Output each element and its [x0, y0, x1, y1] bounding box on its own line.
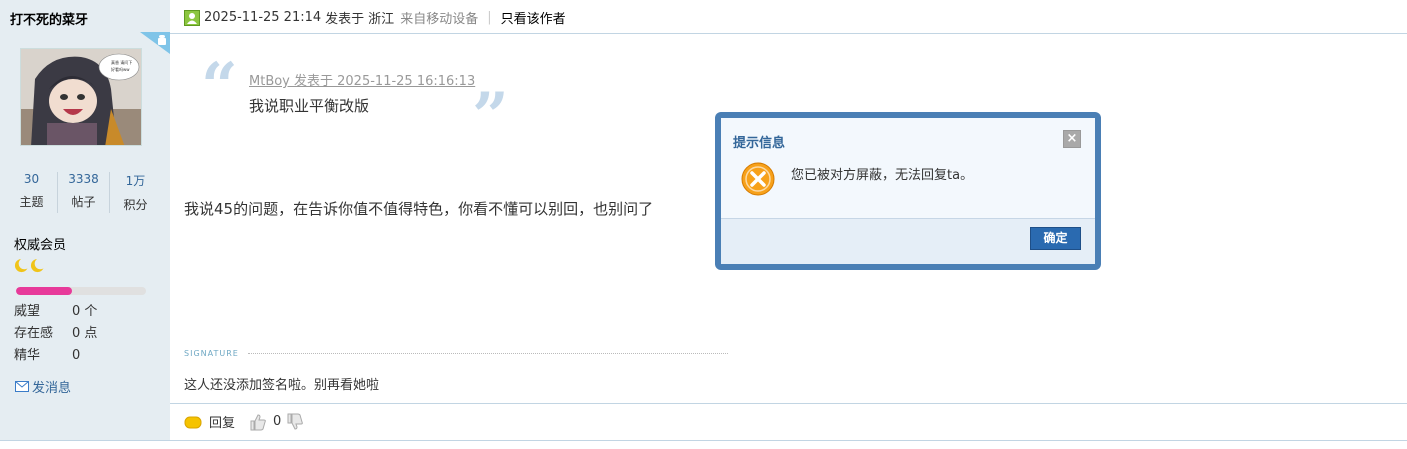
dialog-body: 您已被对方屏蔽，无法回复ta。 — [721, 154, 1095, 218]
user-attributes: 威望 0 个 存在感 0 点 精华 0 — [14, 303, 97, 369]
username[interactable]: 打不死的菜牙 — [10, 9, 88, 28]
mail-icon — [15, 381, 29, 392]
experience-fill — [16, 287, 72, 295]
svg-text:真香 请问下: 真香 请问下 — [111, 59, 132, 65]
quote-open-icon: “ — [201, 49, 238, 124]
quote-close-icon: ” — [472, 79, 509, 154]
confirm-button[interactable]: 确定 — [1030, 227, 1081, 250]
header-separator: | — [487, 10, 492, 25]
attr-digest: 精华 0 — [14, 348, 81, 363]
post-actions: 回复 0 — [184, 412, 304, 431]
signature-label: SIGNATURE — [184, 349, 239, 358]
svg-text:好看吗ww: 好看吗ww — [111, 66, 130, 72]
dialog-title: 提示信息 — [733, 136, 786, 151]
dialog-footer: 确定 — [721, 218, 1095, 264]
divider — [0, 440, 1407, 441]
stat-threads[interactable]: 30 主题 — [6, 172, 58, 213]
rank-stars — [14, 258, 45, 273]
user-rank: 权威会员 — [14, 238, 67, 253]
reply-bubble-icon[interactable] — [184, 413, 202, 431]
posted-at-label: 发表于 — [325, 12, 365, 27]
quote-author-link[interactable]: MtBoy 发表于 2025-11-25 16:16:13 — [249, 70, 475, 89]
send-message-link[interactable]: 发消息 — [15, 377, 71, 396]
quote-text: 我说职业平衡改版 — [249, 97, 370, 115]
stat-posts[interactable]: 3338 帖子 — [58, 172, 110, 213]
close-icon[interactable]: × — [1063, 130, 1081, 148]
error-icon — [741, 162, 775, 196]
post-header: 2025-11-25 21:14 发表于 浙江 来自移动设备 | 只看该作者 — [184, 8, 566, 27]
dialog-message: 您已被对方屏蔽，无法回复ta。 — [791, 168, 974, 183]
online-user-icon — [184, 9, 200, 26]
alert-dialog: 提示信息 × 您已被对方屏蔽，无法回复ta。 确定 — [715, 112, 1101, 270]
post-location: 浙江 — [368, 12, 395, 27]
user-stats: 30 主题 3338 帖子 1万 积分 — [6, 172, 161, 213]
user-sidebar: 打不死的菜牙 真香 请问下 好看吗ww 30 主题 3338 帖子 1万 积分 … — [0, 0, 170, 440]
post-datetime: 2025-11-25 21:14 — [204, 10, 322, 25]
attr-prestige: 威望 0 个 — [14, 304, 98, 319]
divider — [170, 403, 1407, 404]
dialog-header: 提示信息 × — [721, 118, 1095, 154]
stat-points[interactable]: 1万 积分 — [110, 172, 161, 213]
reply-button[interactable]: 回复 — [209, 412, 235, 431]
experience-bar — [16, 287, 146, 295]
signature-text: 这人还没添加签名啦。别再看她啦 — [184, 378, 380, 393]
only-author-link[interactable]: 只看该作者 — [501, 8, 566, 27]
avatar[interactable]: 真香 请问下 好看吗ww — [20, 48, 142, 146]
thumbs-up-icon[interactable] — [249, 413, 267, 431]
like-count: 0 — [273, 414, 282, 429]
attr-presence: 存在感 0 点 — [14, 326, 98, 341]
divider — [170, 33, 1407, 34]
moon-icon — [14, 258, 29, 273]
dialog-panel: 提示信息 × 您已被对方屏蔽，无法回复ta。 确定 — [721, 118, 1095, 264]
android-device-icon — [140, 32, 170, 54]
thumbs-down-icon[interactable] — [286, 413, 304, 431]
post-body: 我说45的问题，在告诉你值不值得特色，你看不懂可以别回，也别问了 — [184, 200, 654, 218]
moon-icon — [30, 258, 45, 273]
signature-divider — [248, 353, 728, 354]
from-device: 来自移动设备 — [400, 12, 479, 27]
